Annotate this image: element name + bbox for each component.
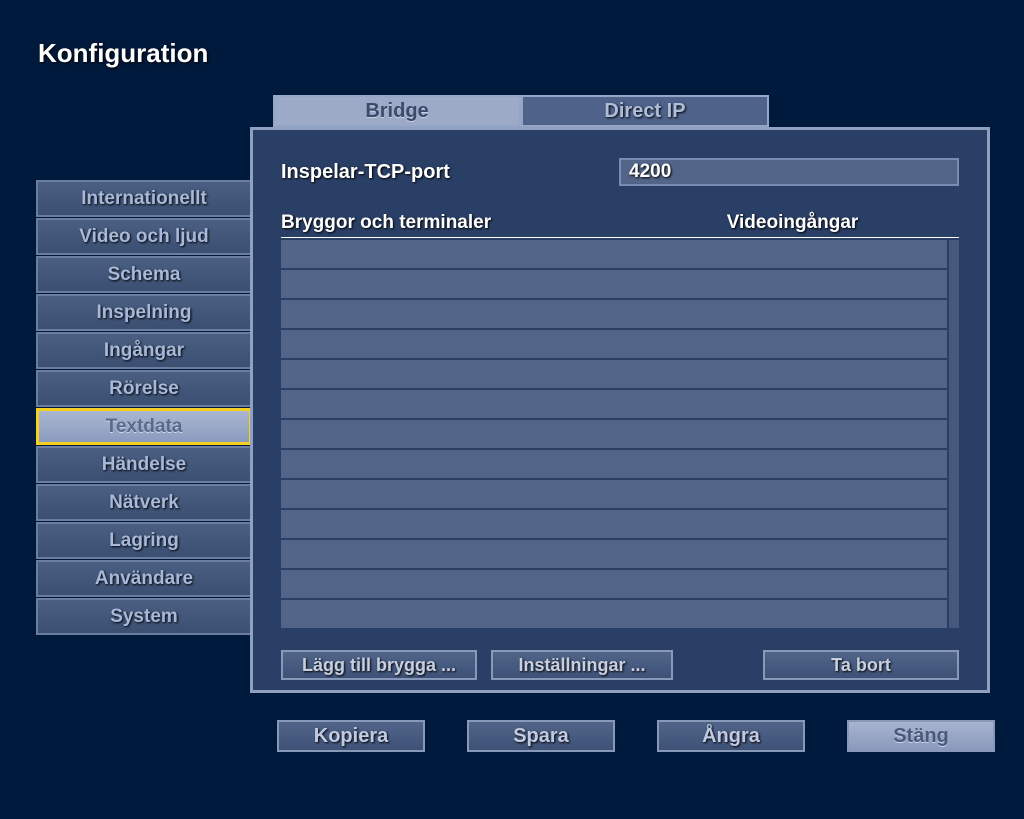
tcp-port-label: Inspelar-TCP-port (281, 161, 619, 184)
sidebar-item-system[interactable]: System (36, 598, 252, 635)
undo-button[interactable]: Ångra (657, 720, 805, 752)
sidebar-item-internationellt[interactable]: Internationellt (36, 180, 252, 217)
sidebar-item-rörelse[interactable]: Rörelse (36, 370, 252, 407)
table-row[interactable] (281, 420, 947, 448)
save-button[interactable]: Spara (467, 720, 615, 752)
table-row[interactable] (281, 540, 947, 568)
table-scrollbar[interactable] (949, 240, 959, 628)
close-button[interactable]: Stäng (847, 720, 995, 752)
tabs-container: BridgeDirect IP (273, 95, 769, 127)
table-row[interactable] (281, 450, 947, 478)
sidebar-item-händelse[interactable]: Händelse (36, 446, 252, 483)
sidebar-item-textdata[interactable]: Textdata (36, 408, 252, 445)
table-row[interactable] (281, 570, 947, 598)
copy-button[interactable]: Kopiera (277, 720, 425, 752)
sidebar-item-inspelning[interactable]: Inspelning (36, 294, 252, 331)
tcp-port-row: Inspelar-TCP-port 4200 (281, 158, 959, 186)
table-header: Bryggor och terminaler Videoingångar (281, 208, 959, 238)
settings-button[interactable]: Inställningar ... (491, 650, 673, 680)
sidebar-item-schema[interactable]: Schema (36, 256, 252, 293)
footer-buttons: Kopiera Spara Ångra Stäng (277, 720, 995, 752)
table-body (281, 240, 959, 628)
tab-direct-ip[interactable]: Direct IP (521, 95, 769, 127)
page-title: Konfiguration (38, 38, 208, 69)
remove-button[interactable]: Ta bort (763, 650, 959, 680)
table-row[interactable] (281, 390, 947, 418)
table-row[interactable] (281, 360, 947, 388)
table-header-bridges: Bryggor och terminaler (281, 212, 626, 234)
add-bridge-button[interactable]: Lägg till brygga ... (281, 650, 477, 680)
sidebar: InternationelltVideo och ljudSchemaInspe… (36, 180, 252, 635)
table-row[interactable] (281, 240, 947, 268)
table-row[interactable] (281, 480, 947, 508)
table-row[interactable] (281, 510, 947, 538)
sidebar-item-lagring[interactable]: Lagring (36, 522, 252, 559)
tcp-port-input[interactable]: 4200 (619, 158, 959, 186)
sidebar-item-ingångar[interactable]: Ingångar (36, 332, 252, 369)
panel-buttons: Lägg till brygga ... Inställningar ... T… (281, 650, 959, 680)
table-row[interactable] (281, 270, 947, 298)
tab-bridge[interactable]: Bridge (273, 95, 521, 127)
sidebar-item-video-och-ljud[interactable]: Video och ljud (36, 218, 252, 255)
table-row[interactable] (281, 330, 947, 358)
main-panel: Inspelar-TCP-port 4200 Bryggor och termi… (250, 127, 990, 693)
sidebar-item-nätverk[interactable]: Nätverk (36, 484, 252, 521)
table-row[interactable] (281, 300, 947, 328)
sidebar-item-användare[interactable]: Användare (36, 560, 252, 597)
table-header-videoinputs: Videoingångar (626, 212, 959, 234)
table-row[interactable] (281, 600, 947, 628)
